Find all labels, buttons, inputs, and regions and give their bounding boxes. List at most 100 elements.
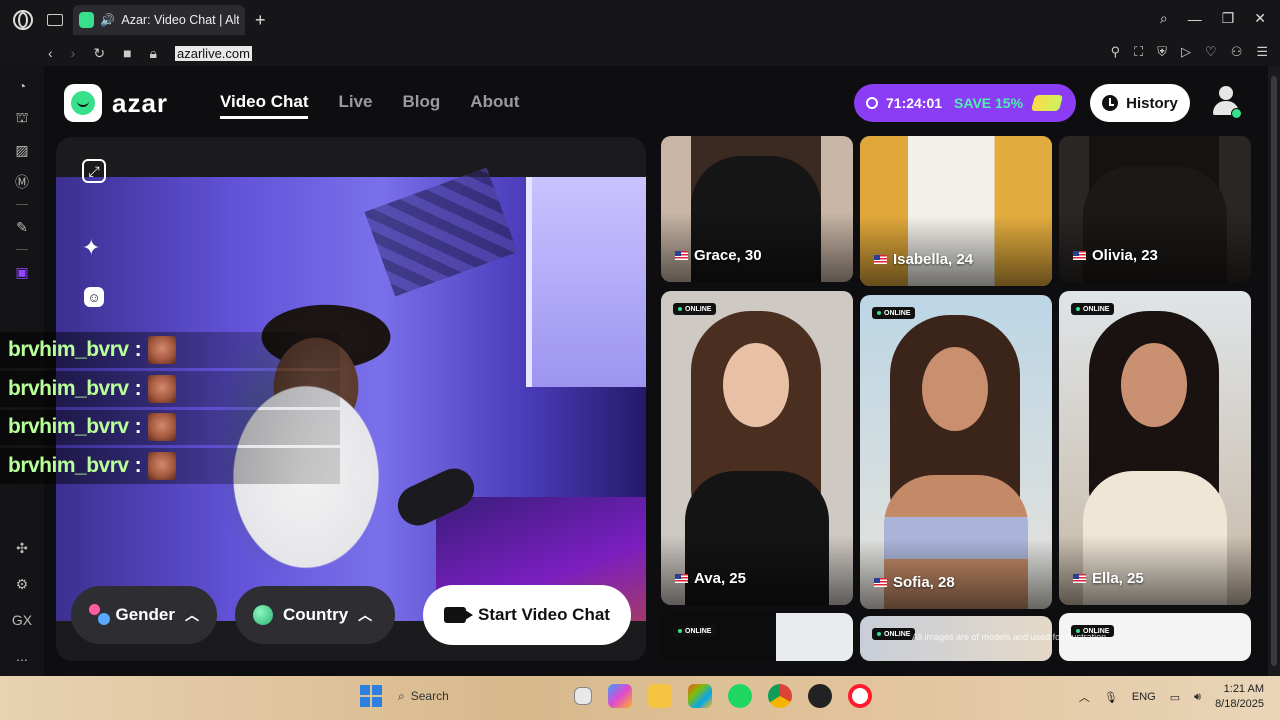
camera-permission-icon[interactable]: ■ <box>123 45 131 61</box>
forward-icon[interactable]: › <box>71 45 76 61</box>
microphone-icon[interactable]: 🎙︎ <box>1104 691 1118 704</box>
shield-icon[interactable]: ⛨ <box>1157 44 1167 60</box>
browser-tab-bar: 🔊 Azar: Video Chat | Alte + ⌕ — ❐ ✕ <box>0 0 1280 40</box>
url-field[interactable]: azarlive.com <box>175 45 252 61</box>
gender-icon <box>89 604 111 626</box>
gmail-icon[interactable]: Ⓜ <box>12 172 32 192</box>
pin-icon[interactable]: ⚲ <box>1111 44 1121 60</box>
chevron-up-icon[interactable]: ︿ <box>1079 689 1090 705</box>
emote-icon <box>147 452 176 481</box>
language-indicator[interactable]: ENG <box>1132 691 1156 703</box>
taskbar-clock[interactable]: 1:21 AM 8/18/2025 <box>1215 682 1264 712</box>
extensions-icon[interactable]: ✣ <box>12 538 32 558</box>
chrome-icon[interactable] <box>768 684 792 708</box>
page-scrollbar[interactable] <box>1268 66 1280 676</box>
new-tab-button[interactable]: + <box>255 10 266 31</box>
profile-label: Ava, 25 <box>675 570 746 587</box>
chat-username: brvhim_bvrv <box>8 454 129 478</box>
site-navbar: azar Video Chat Live Blog About 71:24:01… <box>44 66 1268 138</box>
filter-smile-icon[interactable]: ☺ <box>84 287 104 307</box>
menu-icon[interactable]: ☰ <box>1256 44 1268 60</box>
promo-timer: 71:24:01 <box>886 95 943 111</box>
tab-islands-icon[interactable] <box>47 14 63 26</box>
emote-icon <box>147 374 176 403</box>
tab-title: Azar: Video Chat | Alte <box>121 13 239 27</box>
spotify-icon[interactable] <box>728 684 752 708</box>
more-icon[interactable]: ... <box>12 646 32 666</box>
task-view-icon[interactable] <box>574 687 592 705</box>
gx-corner-icon[interactable]: ⛫ <box>12 108 32 128</box>
profile-label: Isabella, 24 <box>874 251 973 268</box>
online-badge: ONLINE <box>673 625 717 637</box>
address-bar-actions: ⚲ ⛶ ⛨ ▷ ♡ ⚇ ☰ <box>1111 44 1268 60</box>
reload-icon[interactable]: ↻ <box>93 45 105 62</box>
profile-card[interactable]: Isabella, 24 <box>860 136 1052 286</box>
lock-icon[interactable]: 🔒︎ <box>150 45 157 62</box>
images-disclaimer: All images are of models and used for il… <box>912 632 1107 642</box>
effects-sparkle-icon[interactable]: ✦ <box>82 235 100 261</box>
start-video-chat-button[interactable]: Start Video Chat <box>423 585 631 645</box>
microsoft-store-icon[interactable] <box>688 684 712 708</box>
heart-icon[interactable]: ♡ <box>1205 44 1217 60</box>
gender-filter-button[interactable]: Gender ︿ <box>71 586 217 644</box>
gems-icon <box>1030 95 1064 111</box>
us-flag-icon <box>675 574 688 583</box>
online-badge: ONLINE <box>872 307 916 319</box>
network-icon[interactable]: ▭ <box>1170 691 1180 704</box>
aria-ai-icon[interactable]: ✎ <box>12 217 32 237</box>
opera-logo-icon[interactable] <box>13 10 33 30</box>
profile-card[interactable]: ONLINE <box>661 613 853 661</box>
maximize-button[interactable]: ❐ <box>1222 10 1235 27</box>
expand-icon[interactable]: ⤢ <box>82 159 106 183</box>
profile-card[interactable]: ONLINE Ava, 25 <box>661 291 853 605</box>
close-window-button[interactable]: ✕ <box>1254 10 1266 27</box>
back-icon[interactable]: ‹ <box>48 45 53 61</box>
profile-card[interactable]: ONLINE Sofia, 28 <box>860 295 1052 609</box>
history-button[interactable]: History <box>1090 84 1190 122</box>
country-filter-button[interactable]: Country ︿ <box>235 586 395 644</box>
taskbar-search[interactable]: ⌕ Search <box>398 689 558 704</box>
profile-label: Grace, 30 <box>675 247 762 264</box>
nav-link-live[interactable]: Live <box>338 92 372 119</box>
gx-label[interactable]: GX <box>12 610 32 630</box>
sidebar-divider <box>16 204 28 205</box>
us-flag-icon <box>1073 574 1086 583</box>
snapshot-icon[interactable]: ⛶ <box>1134 44 1143 60</box>
start-label: Start Video Chat <box>478 605 610 624</box>
country-label: Country <box>283 605 349 624</box>
emote-icon <box>147 335 176 364</box>
volume-icon[interactable]: 🔊︎ <box>1194 691 1201 704</box>
user-avatar[interactable] <box>1210 84 1244 120</box>
clock-date: 8/18/2025 <box>1215 698 1264 710</box>
screen: 🔊 Azar: Video Chat | Alte + ⌕ — ❐ ✕ ‹ › … <box>0 0 1280 720</box>
chevron-up-icon: ︿ <box>358 607 373 623</box>
promo-banner[interactable]: 71:24:01 SAVE 15% <box>854 84 1076 122</box>
account-icon[interactable]: ⚇ <box>1231 44 1243 60</box>
azar-favicon-icon <box>79 12 95 28</box>
obs-icon[interactable] <box>808 684 832 708</box>
file-explorer-icon[interactable] <box>648 684 672 708</box>
search-tabs-icon[interactable]: ⌕ <box>1160 10 1168 27</box>
speed-dial-icon[interactable]: ◔ <box>12 76 32 96</box>
match-controls: Gender ︿ Country ︿ Start Video Chat <box>71 585 631 645</box>
profile-card[interactable]: ONLINE Ella, 25 <box>1059 291 1251 605</box>
settings-icon[interactable]: ⚙ <box>12 574 32 594</box>
taskbar-apps: ⌕ Search <box>360 684 872 708</box>
profile-card[interactable]: Olivia, 23 <box>1059 136 1251 282</box>
windows-start-icon[interactable] <box>360 685 382 707</box>
browser-tab-active[interactable]: 🔊 Azar: Video Chat | Alte <box>73 5 245 35</box>
nav-link-blog[interactable]: Blog <box>403 92 441 119</box>
timer-icon <box>866 97 878 109</box>
nav-link-about[interactable]: About <box>470 92 519 119</box>
news-icon[interactable]: ▨ <box>12 140 32 160</box>
azar-logo[interactable]: azar <box>64 84 168 122</box>
speaker-icon[interactable]: 🔊 <box>100 13 115 27</box>
minimize-button[interactable]: — <box>1188 11 1202 27</box>
opera-gx-icon[interactable] <box>848 684 872 708</box>
profile-label: Sofia, 28 <box>874 574 955 591</box>
play-icon[interactable]: ▷ <box>1181 44 1191 60</box>
nav-link-video-chat[interactable]: Video Chat <box>220 92 309 119</box>
copilot-icon[interactable] <box>608 684 632 708</box>
twitch-icon[interactable]: ▣ <box>12 262 32 282</box>
profile-card[interactable]: Grace, 30 <box>661 136 853 282</box>
